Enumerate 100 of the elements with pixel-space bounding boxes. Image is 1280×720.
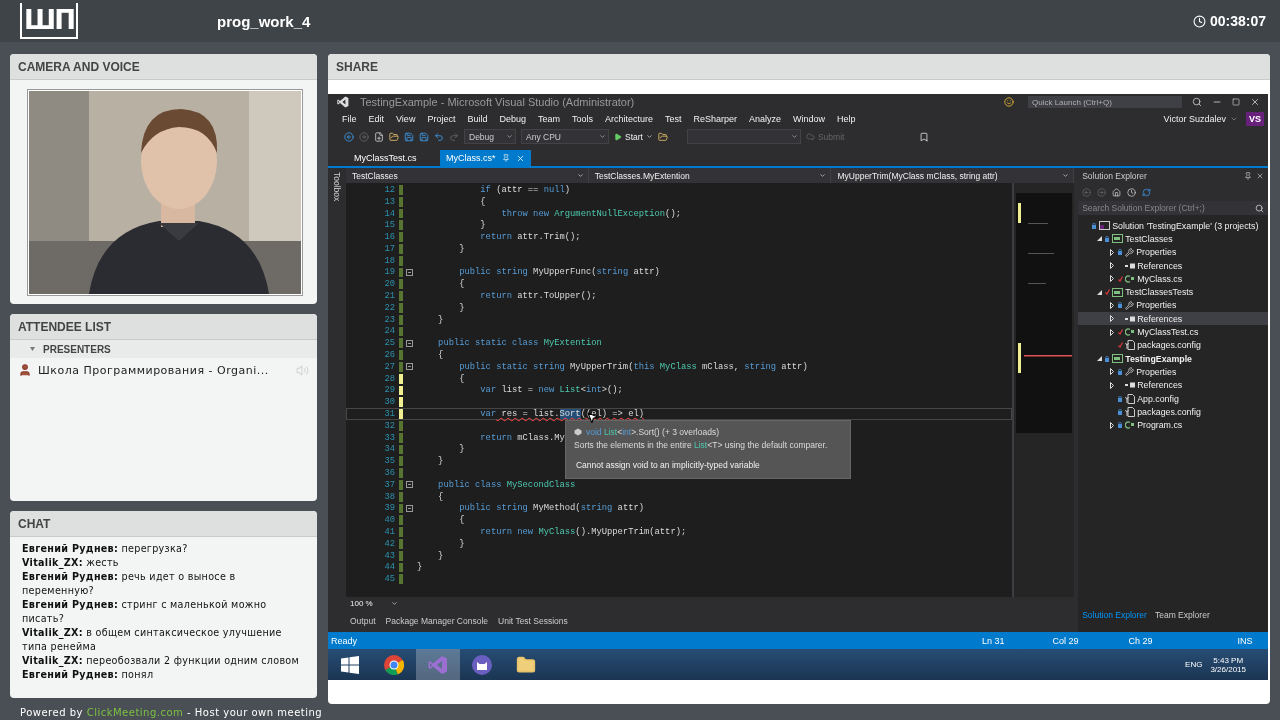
line-number: 24 [383,326,395,337]
line-number: 18 [383,255,395,266]
panel-title: ATTENDEE LIST [10,314,317,340]
tree-label: References [1137,313,1183,324]
menu-item[interactable]: Tools [565,113,599,124]
search-field[interactable]: Search Solution Explorer (Ctrl+;) [1078,201,1268,215]
tree-item[interactable]: App.config [1078,391,1268,406]
tree-item[interactable]: References [1078,258,1268,273]
document-tab[interactable]: MyClass.cs* [440,150,531,166]
line-number: 37 [383,479,395,490]
tree-item[interactable]: MyClass.cs [1078,272,1268,286]
navigation-dropdown[interactable]: TestClasses [346,168,589,183]
tree-item[interactable]: TestClasses [1078,232,1268,246]
user-name[interactable]: Victor Suzdalev [1163,113,1226,124]
tray-date: 3/26/2015 [1210,664,1246,674]
line-number: 41 [383,527,395,537]
menu-item[interactable]: Project [421,113,462,124]
menu-item[interactable]: Edit [362,113,391,124]
code-line: public string MyUpperFunc(string attr) [458,267,660,278]
menu-item[interactable]: File [336,113,363,124]
line-number: 44 [383,562,395,573]
panel-title: CHAT [10,511,317,537]
chat-message: Vitalik_ZX: переобозвали 2 функции одним словом [22,654,301,668]
tree-item[interactable]: TestingExample [1078,351,1268,366]
tooltip-signature: void List<int>.Sort() (+ 3 overloads) [586,427,719,437]
code-line: return attr.ToUpper(); [479,291,597,302]
navigation-dropdown[interactable]: MyUpperTrim(MyClass mClass, string attr) [831,168,1075,183]
tree-item[interactable]: Properties [1078,298,1268,313]
line-indicator: Ln 31 [982,635,1005,646]
tree-label: Properties [1136,366,1177,377]
panel-title: Solution Explorer [1082,171,1147,181]
logo: ШП [20,3,78,39]
insert-mode-indicator: INS [1237,635,1253,646]
platform-dropdown[interactable]: Any CPU [521,129,609,144]
code-line: } [437,456,444,467]
tree-item[interactable]: TestClassesTests [1078,285,1268,299]
menu-item[interactable]: Window [787,113,832,124]
line-number: 33 [383,432,395,443]
document-tab[interactable]: MyClassTest.cs [348,150,440,166]
status-message: Ready [331,635,357,646]
tree-item[interactable]: MyClassTest.cs [1078,325,1268,339]
code-line: public string MyMethod(string attr) [458,503,644,514]
code-line: var list = new List<int>(); [479,385,623,396]
line-number: 13 [383,196,395,207]
code-line: } [479,220,486,231]
line-number: 43 [383,550,395,561]
toolbox-tab[interactable]: Toolbox [332,172,342,202]
tree-item[interactable]: References [1078,312,1268,326]
line-number: 20 [383,279,395,290]
menu-item[interactable]: Debug [493,113,532,124]
tree-label: Program.cs [1137,420,1183,431]
tree-label: TestClasses [1125,233,1173,244]
tree-item[interactable]: packages.config [1078,338,1268,352]
code-line: public static string MyUpperTrim(this MyClass mClass, string attr) [458,361,808,372]
line-number: 25 [383,338,395,349]
tray-time: 5:43 PM [1213,655,1244,665]
tool-window-tab[interactable]: Package Manager Console [385,616,489,626]
line-number: 19 [383,267,395,278]
tree-label: App.config [1137,393,1179,404]
menu-item[interactable]: Team [531,113,566,124]
tree-label: packages.config [1137,340,1201,351]
quick-launch-field[interactable]: Quick Launch (Ctrl+Q) [1028,96,1182,108]
line-number: 16 [383,232,395,243]
menu-item[interactable]: Architecture [599,113,659,124]
chat-message: Евгений Руднев: понял [22,668,155,682]
tool-window-tab[interactable]: Unit Test Sessions [498,616,568,626]
line-number: 32 [383,420,395,431]
tree-label: References [1137,260,1183,271]
line-number: 40 [383,515,395,526]
code-line: { [458,373,465,384]
menu-item[interactable]: Analyze [743,113,788,124]
tooltip-error: Cannot assign void to an implicitly-typed variable [575,460,761,470]
line-number: 35 [383,456,395,467]
column-indicator: Col 29 [1052,635,1079,646]
configuration-dropdown[interactable]: Debug [464,129,516,144]
tool-window-tab[interactable]: Team Explorer [1154,609,1210,620]
menu-item[interactable]: View [390,113,422,124]
tool-window-tab[interactable]: Output [350,616,376,626]
tree-item[interactable]: Properties [1078,245,1268,259]
code-line: } [437,314,444,325]
code-line: } [417,562,423,573]
menu-item[interactable]: Help [831,113,862,124]
language-indicator[interactable]: ENG [1185,660,1203,669]
zoom-dropdown[interactable]: 100 % [346,598,398,609]
meeting-title: prog_work_4 [217,12,311,30]
start-button[interactable]: Start [614,131,653,142]
navigation-dropdown[interactable]: TestClasses.MyExtention [588,168,832,183]
tree-item[interactable]: References [1078,378,1268,392]
menu-item[interactable]: Test [659,113,688,124]
tree-item[interactable]: Solution 'TestingExample' (3 projects) [1078,219,1268,233]
menu-item[interactable]: Build [461,113,494,124]
group-header[interactable]: PRESENTERS [10,340,317,358]
tree-item[interactable]: Properties [1078,365,1268,379]
line-number: 23 [383,314,395,325]
tool-window-tab[interactable]: Solution Explorer [1082,609,1147,620]
menu-item[interactable]: ReSharper [687,113,744,124]
tree-item[interactable]: packages.config [1078,405,1268,419]
clickmeeting-link[interactable]: ClickMeeting.com [86,707,184,718]
tree-item[interactable]: Program.cs [1078,418,1268,432]
user-avatar[interactable]: VS [1246,111,1264,126]
